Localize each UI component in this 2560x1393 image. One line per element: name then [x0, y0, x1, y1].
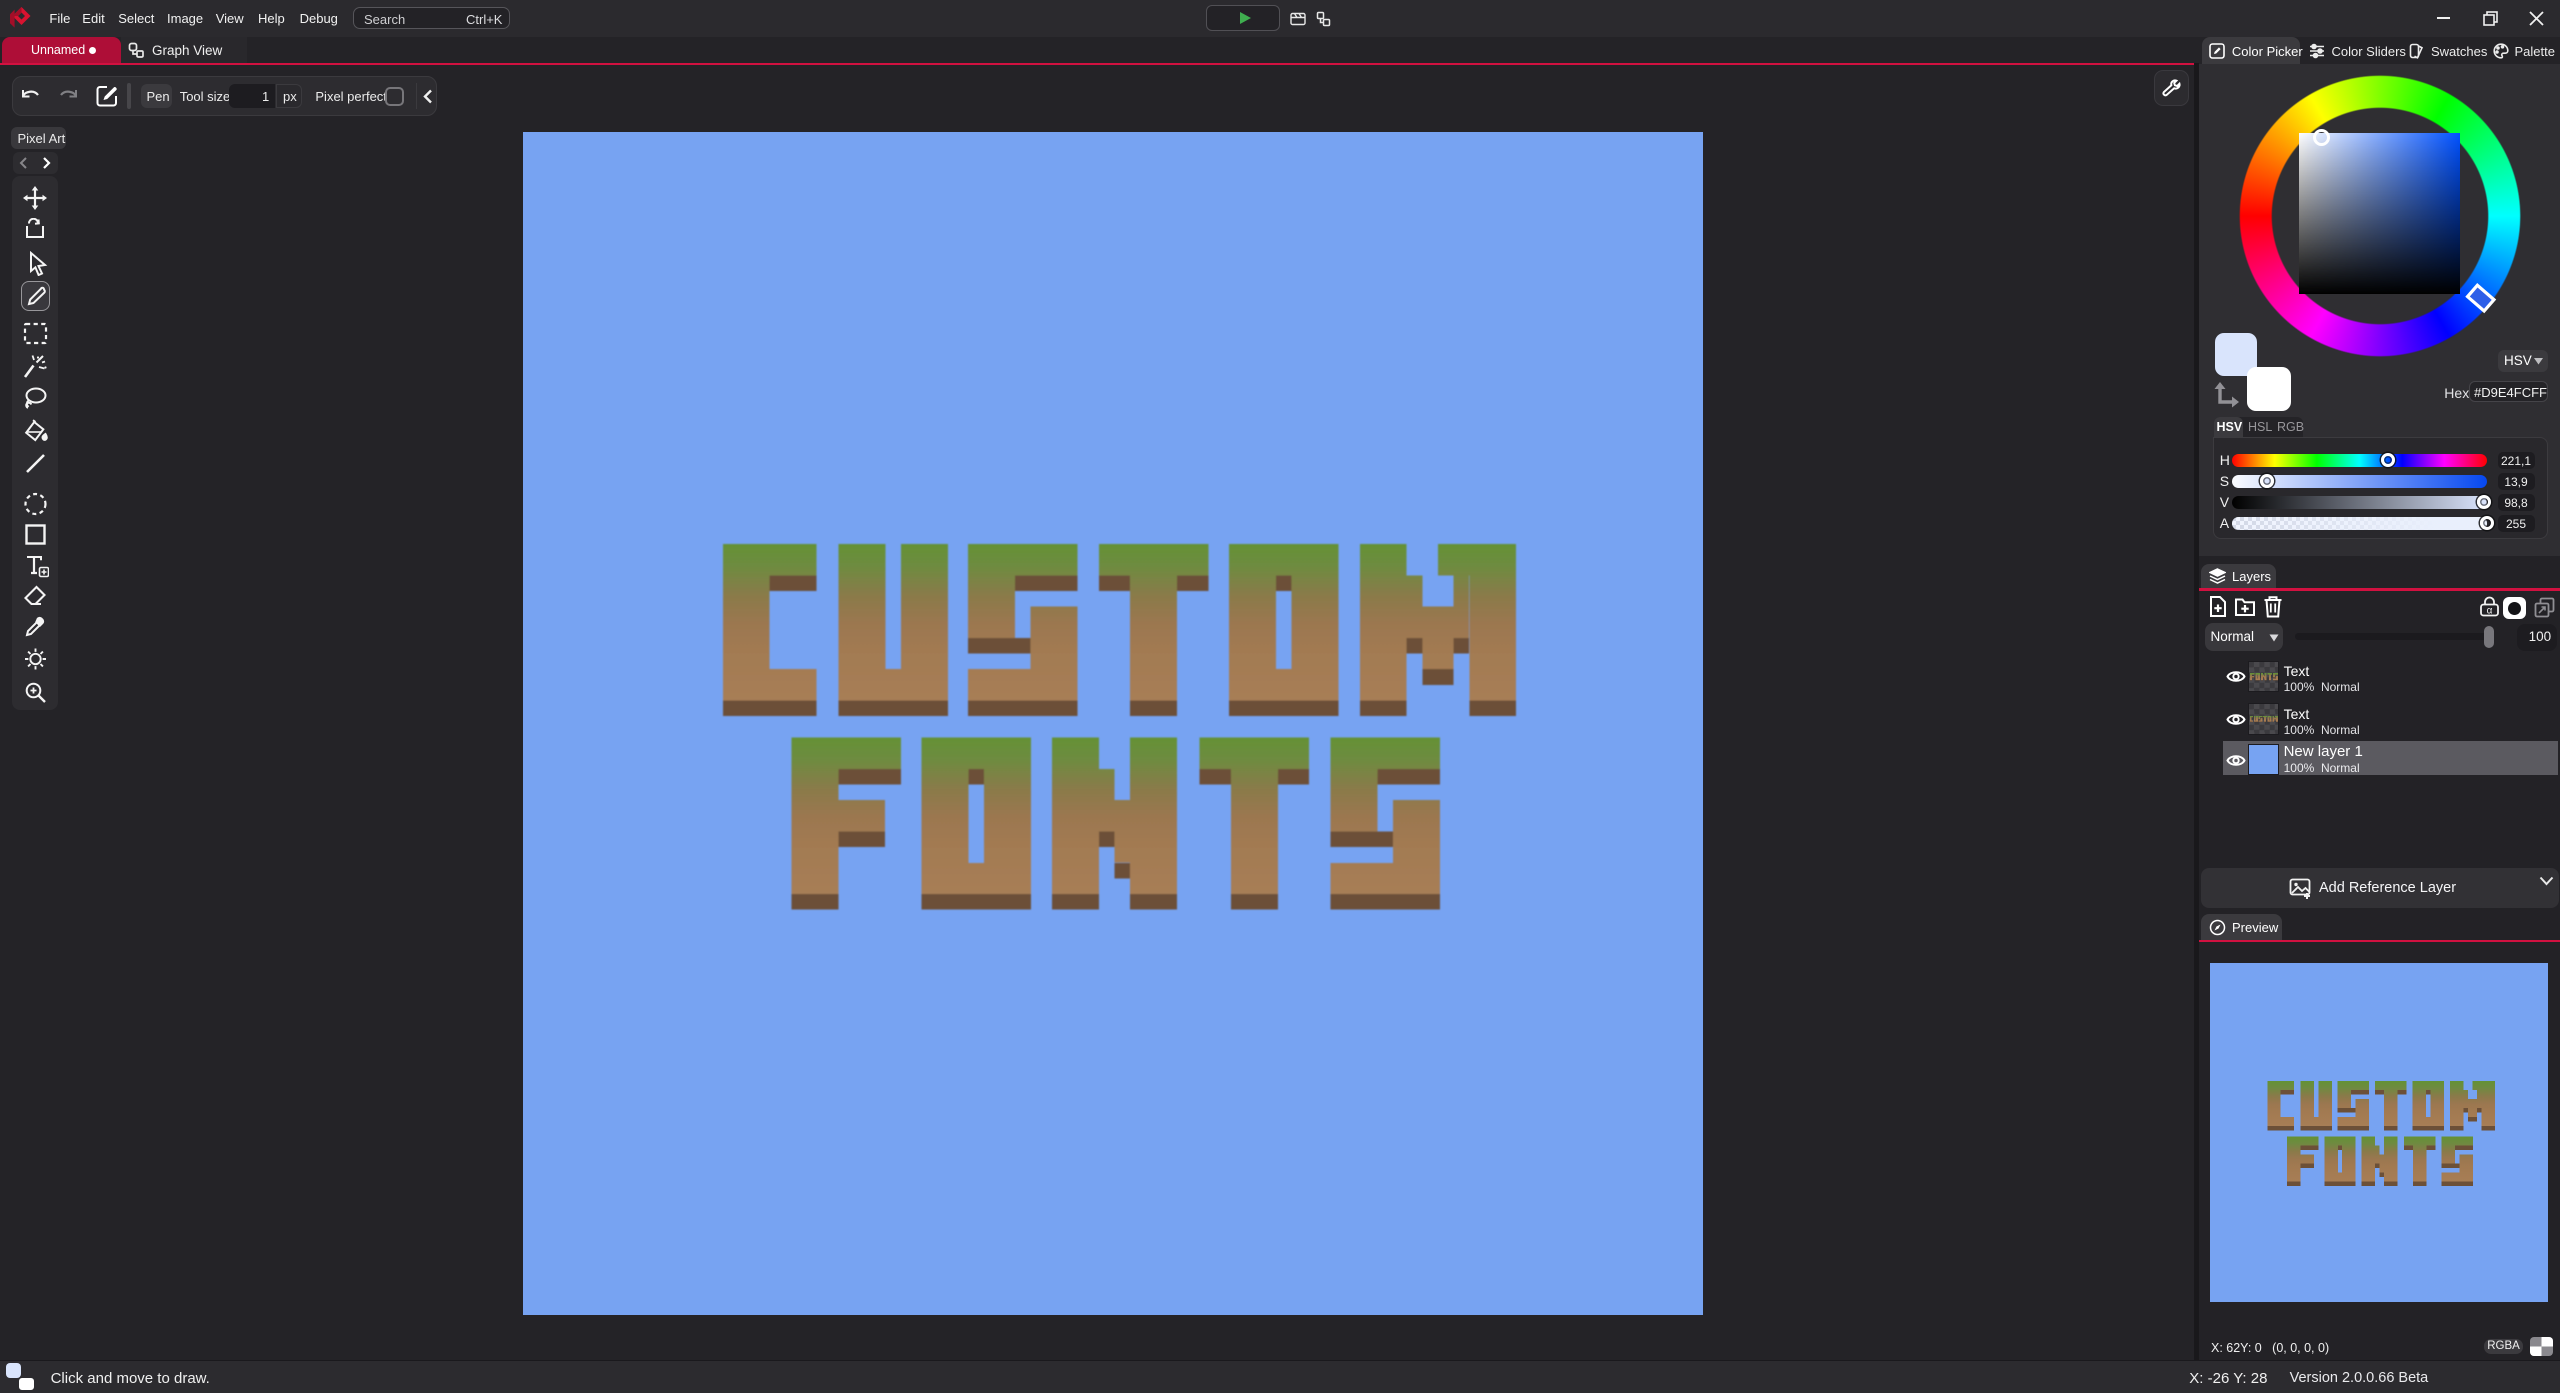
svg-text:α: α	[2487, 606, 2493, 617]
